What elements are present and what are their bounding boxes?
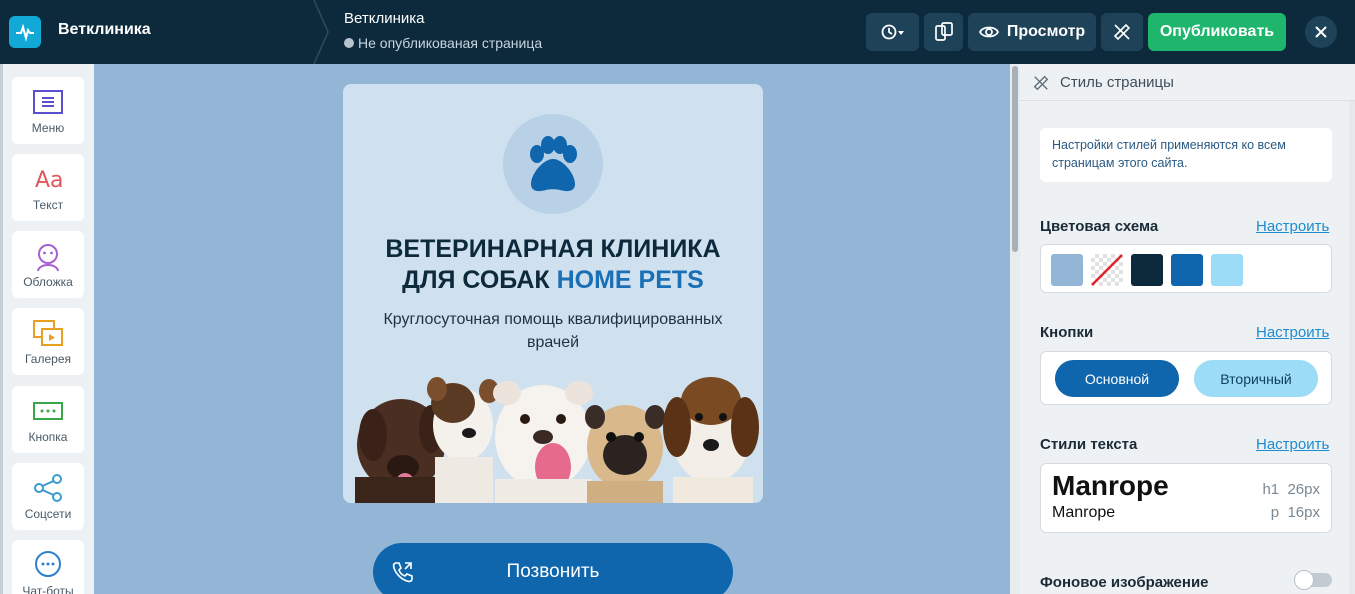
tool-text[interactable]: Aa Текст <box>12 154 84 221</box>
hero-title-line1: ВЕТЕРИНАРНАЯ КЛИНИКА <box>385 235 721 263</box>
p-font-sample: Manrope <box>1052 504 1116 521</box>
tool-menu[interactable]: Меню <box>12 77 84 144</box>
design-tools-button[interactable] <box>1101 13 1143 51</box>
logo-icon[interactable] <box>9 16 41 48</box>
tool-label: Меню <box>31 121 65 135</box>
canvas-scrollbar-thumb[interactable] <box>1012 66 1018 252</box>
close-button[interactable] <box>1305 16 1337 48</box>
publish-button[interactable]: Опубликовать <box>1148 13 1286 51</box>
style-panel-scrollbar[interactable] <box>1349 101 1355 594</box>
left-panel-edge <box>0 64 3 594</box>
tool-label: Кнопка <box>28 430 68 444</box>
tool-button[interactable]: Кнопка <box>12 386 84 453</box>
style-panel-header: Стиль страницы <box>1020 64 1355 101</box>
h1-size: h1 26px <box>1262 481 1320 498</box>
style-info-box: Настройки стилей применяются ко всем стр… <box>1040 128 1332 182</box>
tool-label: Чат-боты <box>22 584 74 594</box>
preview-label: Просмотр <box>1006 23 1086 40</box>
h1-size-value: 26px <box>1287 481 1320 498</box>
buttons-box[interactable]: Основной Вторичный <box>1040 351 1332 405</box>
color-scheme-configure-link[interactable]: Настроить <box>1256 218 1329 235</box>
p-tag: p <box>1270 504 1280 521</box>
color-swatch[interactable] <box>1211 254 1243 286</box>
hero-title[interactable]: ВЕТЕРИНАРНАЯ КЛИНИКА ДЛЯ СОБАК HOME PETS <box>343 234 763 296</box>
eye-icon <box>978 26 999 38</box>
color-scheme-box[interactable] <box>1040 244 1332 293</box>
site-name[interactable]: Ветклиника <box>58 21 151 39</box>
menu-icon <box>33 90 63 114</box>
text-styles-box[interactable]: Manrope Manrope h1 26px p 16px <box>1040 463 1332 533</box>
history-button[interactable] <box>866 13 919 51</box>
color-scheme-title: Цветовая схема <box>1040 218 1159 235</box>
top-bar: Ветклиника Ветклиника Не опубликованая с… <box>0 0 1355 64</box>
breadcrumb-separator-icon <box>313 0 329 64</box>
tool-chatbots[interactable]: Чат-боты <box>12 540 84 594</box>
history-icon <box>881 24 904 40</box>
h1-tag: h1 <box>1262 481 1280 498</box>
buttons-configure-link[interactable]: Настроить <box>1256 324 1329 341</box>
page-status: Не опубликованая страница <box>344 35 542 51</box>
mobile-desktop-icon <box>934 22 953 41</box>
cover-icon <box>37 244 59 271</box>
tool-label: Текст <box>32 198 64 212</box>
call-button[interactable]: Позвонить <box>373 543 733 594</box>
gallery-icon <box>33 320 63 346</box>
text-icon: Aa <box>35 168 63 193</box>
call-label: Позвонить <box>506 561 600 582</box>
hero-title-accent: HOME PETS <box>556 266 704 294</box>
tool-label: Соцсети <box>24 507 72 521</box>
mobile-view-button[interactable] <box>924 13 963 51</box>
paw-icon <box>530 136 577 192</box>
p-size-value: 16px <box>1287 504 1320 521</box>
p-size: p 16px <box>1271 504 1320 521</box>
tool-label: Обложка <box>23 275 73 289</box>
toggle-knob <box>1294 570 1314 590</box>
color-swatch[interactable] <box>1131 254 1163 286</box>
phone-icon <box>392 562 413 583</box>
secondary-button-sample[interactable]: Вторичный <box>1194 360 1318 397</box>
tool-social[interactable]: Соцсети <box>12 463 84 530</box>
hero-card[interactable]: ВЕТЕРИНАРНАЯ КЛИНИКА ДЛЯ СОБАК HOME PETS… <box>343 84 763 503</box>
page-status-text: Не опубликованая страница <box>358 35 543 51</box>
chat-icon <box>35 551 61 577</box>
tool-cover[interactable]: Обложка <box>12 231 84 298</box>
button-icon <box>33 402 63 420</box>
hero-subtitle[interactable]: Круглосуточная помощь квалифицированных … <box>363 308 743 354</box>
ruler-pencil-icon <box>1033 75 1049 91</box>
preview-button[interactable]: Просмотр <box>968 13 1096 51</box>
paw-logo <box>503 114 603 214</box>
bg-image-title: Фоновое изображение <box>1040 574 1209 591</box>
h1-font-sample: Manrope <box>1052 470 1169 501</box>
svg-text:Aa: Aa <box>35 168 63 193</box>
text-styles-title: Стили текста <box>1040 436 1138 453</box>
hero-title-line2: ДЛЯ СОБАК <box>402 266 557 294</box>
primary-button-sample[interactable]: Основной <box>1055 360 1179 397</box>
color-swatch[interactable] <box>1171 254 1203 286</box>
no-color-icon <box>1091 254 1123 286</box>
page-name[interactable]: Ветклиника <box>344 10 424 27</box>
bg-image-toggle[interactable] <box>1294 570 1332 590</box>
color-swatch-transparent[interactable] <box>1091 254 1123 286</box>
buttons-title: Кнопки <box>1040 324 1094 341</box>
tool-gallery[interactable]: Галерея <box>12 308 84 375</box>
ruler-pencil-icon <box>1113 23 1131 41</box>
dogs-photo <box>355 377 759 503</box>
text-styles-configure-link[interactable]: Настроить <box>1256 436 1329 453</box>
style-panel-title: Стиль страницы <box>1060 74 1174 91</box>
tool-label: Галерея <box>24 352 72 366</box>
share-icon <box>34 474 62 502</box>
close-icon <box>1315 26 1327 38</box>
status-dot-icon <box>344 38 354 48</box>
color-swatch[interactable] <box>1051 254 1083 286</box>
